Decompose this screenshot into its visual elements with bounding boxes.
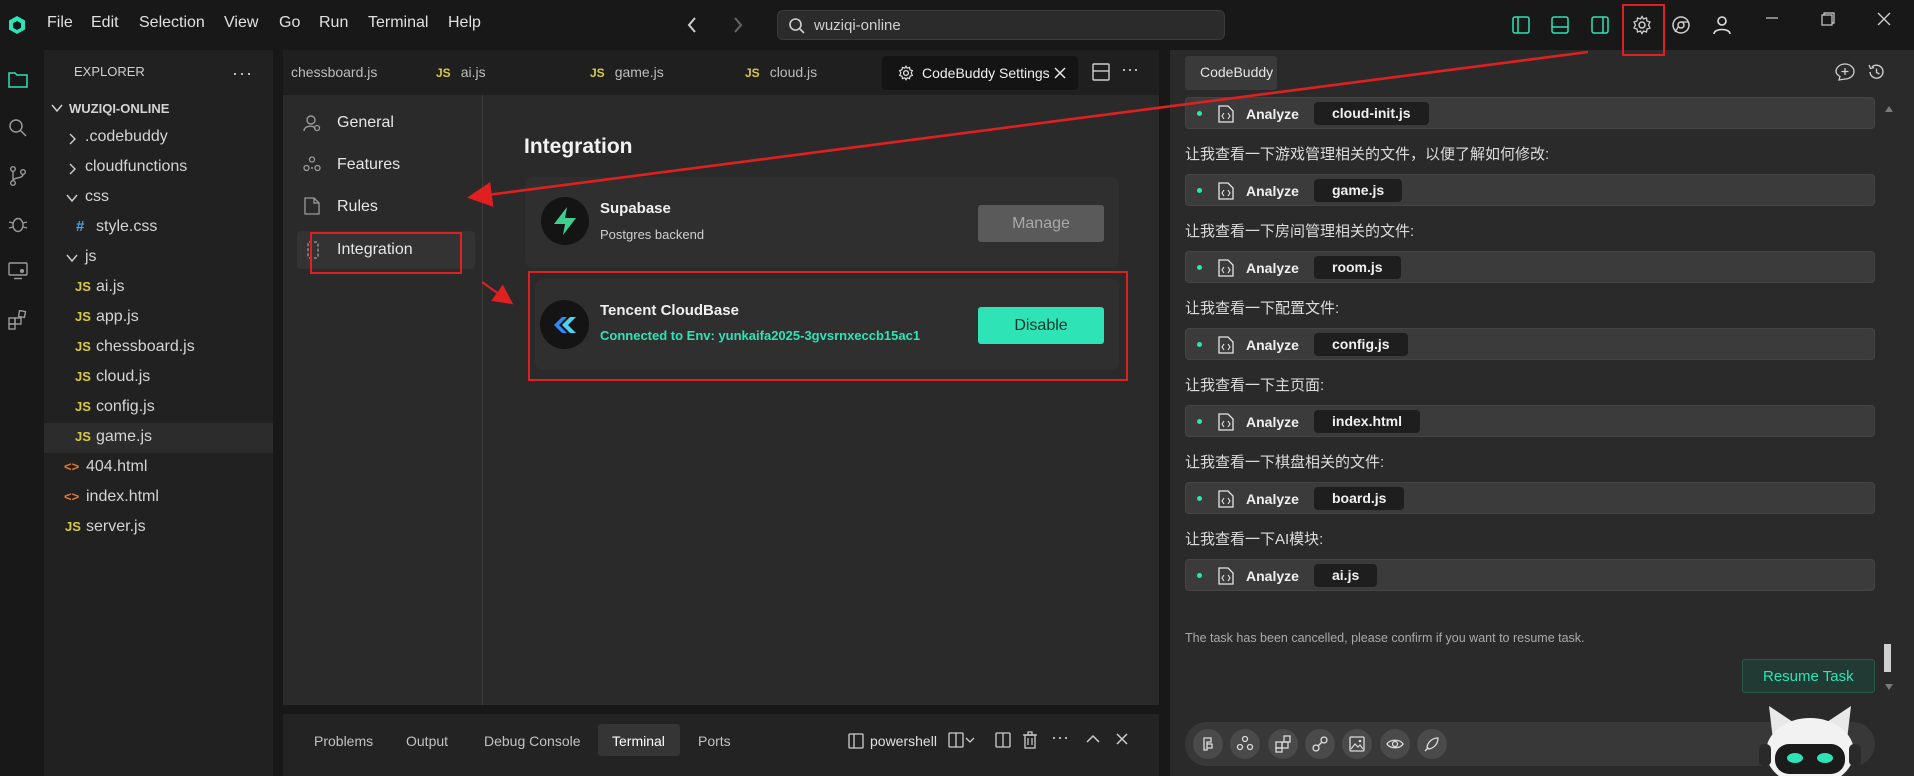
arrow-gear-to-nav [467,50,1589,207]
annotation-arrows [467,50,1589,305]
arrow-nav-to-card [481,281,514,305]
